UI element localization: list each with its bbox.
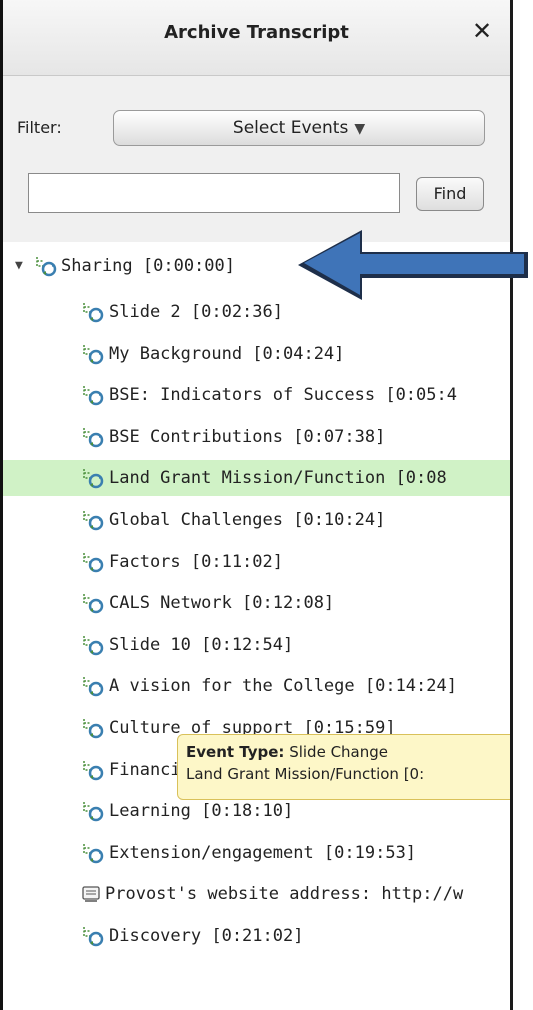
tree-item[interactable]: Slide 10 [0:12:54] — [3, 627, 510, 663]
find-button[interactable]: Find — [416, 177, 484, 211]
tree-item[interactable]: My Background [0:04:24] — [3, 336, 510, 372]
event-tooltip: Event Type: Slide Change Land Grant Miss… — [177, 734, 510, 800]
tooltip-type-value: Slide Change — [289, 743, 389, 761]
slide-change-icon — [83, 386, 104, 406]
slide-change-icon — [83, 427, 104, 448]
slide-change-icon — [83, 719, 104, 739]
slide-change-icon — [83, 511, 104, 531]
dropdown-arrow-icon: ▼ — [354, 121, 366, 137]
tree-item-label: Discovery [0:21:02] — [109, 926, 304, 946]
tree-item-label: BSE: Indicators of Success [0:05:4 — [109, 385, 457, 406]
tree-item[interactable]: Land Grant Mission/Function [0:08 — [3, 460, 510, 497]
tree-item-label: Provost's website address: http://w — [105, 884, 464, 905]
slide-change-icon — [83, 927, 104, 947]
search-input[interactable] — [28, 173, 400, 213]
sharing-event-icon — [36, 257, 57, 277]
panel-header: Archive Transcript ✕ — [3, 0, 510, 76]
slide-change-icon — [83, 635, 104, 656]
select-events-label: Select Events — [232, 118, 349, 138]
tree-item[interactable]: Discovery [0:21:02] — [3, 918, 510, 954]
panel-title: Archive Transcript — [164, 22, 349, 43]
expand-toggle-icon[interactable]: ▼ — [15, 248, 23, 284]
tree-item-label: Factors [0:11:02] — [109, 551, 283, 572]
right-margin — [513, 0, 533, 1010]
tree-item[interactable]: Provost's website address: http://w — [3, 876, 510, 912]
chat-message-icon — [82, 886, 100, 903]
tree-item[interactable]: Global Challenges [0:10:24] — [3, 502, 510, 538]
pointer-arrow-annotation — [298, 230, 528, 300]
tree-item[interactable]: A vision for the College [0:14:24] — [3, 668, 510, 704]
tooltip-detail: Land Grant Mission/Function [0: — [186, 765, 425, 783]
tree-item[interactable]: Extension/engagement [0:19:53] — [3, 835, 510, 871]
select-events-dropdown[interactable]: Select Events ▼ — [113, 110, 485, 146]
tree-item-label: Slide 10 [0:12:54] — [109, 634, 294, 655]
transcript-tree: ▼ Sharing [0:00:00] Slide 2 [0:02:36] My … — [3, 242, 510, 1010]
slide-change-icon — [83, 843, 104, 864]
tree-item[interactable]: BSE: Indicators of Success [0:05:4 — [3, 377, 510, 413]
tree-item[interactable]: CALS Network [0:12:08] — [3, 585, 510, 621]
filter-label: Filter: — [17, 118, 62, 137]
tree-item-label: A vision for the College [0:14:24] — [109, 676, 457, 697]
tree-item-label: Extension/engagement [0:19:53] — [109, 842, 417, 863]
tooltip-type-label: Event Type: — [186, 743, 285, 761]
slide-change-icon — [83, 303, 104, 323]
tree-item-label: CALS Network [0:12:08] — [109, 593, 335, 614]
tree-item-label: Slide 2 [0:02:36] — [109, 302, 283, 322]
close-icon[interactable]: ✕ — [470, 18, 494, 44]
slide-change-icon — [83, 677, 104, 697]
tree-item-label: My Background [0:04:24] — [109, 343, 345, 364]
tree-item[interactable]: BSE Contributions [0:07:38] — [3, 419, 510, 455]
slide-change-icon — [83, 594, 104, 614]
tree-item-label: Land Grant Mission/Function [0:08 — [109, 468, 447, 489]
archive-transcript-panel: Archive Transcript ✕ Filter: Select Even… — [3, 0, 510, 1010]
slide-change-icon — [83, 469, 104, 489]
slide-change-icon — [83, 552, 104, 572]
tree-item-label: Global Challenges [0:10:24] — [109, 510, 386, 530]
slide-change-icon — [83, 760, 104, 780]
tree-item[interactable]: Factors [0:11:02] — [3, 544, 510, 580]
slide-change-icon — [83, 802, 104, 822]
slide-change-icon — [83, 344, 104, 364]
archive-transcript-window: Archive Transcript ✕ Filter: Select Even… — [0, 0, 533, 1010]
tree-item-label: BSE Contributions [0:07:38] — [109, 426, 386, 447]
tree-root-label: Sharing [0:00:00] — [61, 256, 235, 276]
